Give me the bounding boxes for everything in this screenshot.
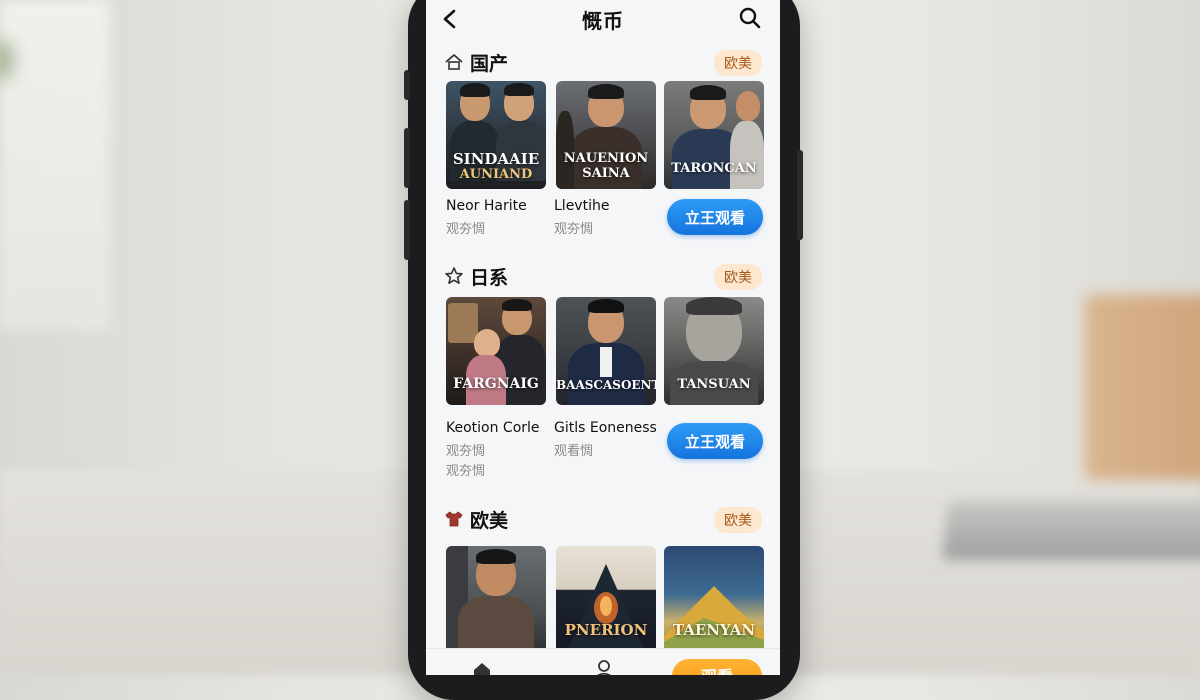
section-title: 日系 — [470, 266, 509, 289]
poster-title: PNERION — [564, 621, 648, 639]
section-tag[interactable]: 欧美 — [714, 50, 762, 76]
home-icon[interactable] — [472, 661, 492, 675]
poster-card[interactable]: TARONCAN — [664, 81, 764, 189]
top-bar: 慨币 — [426, 0, 780, 38]
poster-title: SINDAAIE — [452, 150, 540, 168]
poster-card[interactable]: TANSUAN — [664, 297, 764, 405]
search-icon[interactable] — [738, 6, 762, 30]
item-meta: 观夯惆 — [446, 222, 486, 237]
poster-card[interactable]: NAUENION SAINA — [556, 81, 656, 189]
poster-card[interactable]: TAENYAN — [664, 546, 764, 654]
watch-now-button[interactable]: 立王观看 — [667, 423, 763, 459]
section-tag[interactable]: 欧美 — [714, 507, 762, 533]
item-title[interactable]: Llevtihe — [554, 198, 609, 214]
section-header: 欧美 — [444, 505, 508, 533]
phone-volume-up — [404, 128, 410, 188]
poster-title: TARONCAN — [671, 161, 757, 176]
background-box — [1085, 295, 1200, 480]
poster-title: TAENYAN — [672, 621, 756, 639]
item-title[interactable]: Keotion Corle — [446, 420, 540, 436]
bottom-nav: 观看 — [426, 648, 780, 675]
poster-title: NAUENION — [563, 151, 649, 166]
background-laptop — [941, 500, 1200, 560]
background-window — [0, 0, 110, 330]
item-meta: 观夯惆 — [446, 464, 486, 479]
star-icon — [445, 267, 463, 285]
item-meta: 观夯惆 — [446, 444, 486, 459]
poster-title: FARGNAIG — [453, 376, 539, 392]
item-title[interactable]: Gitls Eoneness — [554, 420, 657, 436]
watch-now-button[interactable]: 立王观看 — [667, 199, 763, 235]
app-screen: 慨币 国产 欧美 SINDAAIE AUNIAND NAUENION SAINA… — [426, 0, 780, 675]
phone-volume-down — [404, 200, 410, 260]
section-header: 日系 — [444, 262, 508, 290]
home-icon — [445, 54, 463, 70]
poster-title: TANSUAN — [677, 377, 751, 392]
poster-card[interactable]: BAASCASOENT — [556, 297, 656, 405]
shirt-icon — [445, 511, 463, 527]
back-icon[interactable] — [440, 8, 460, 30]
poster-subtitle: AUNIAND — [459, 167, 533, 182]
watch-cta-button[interactable]: 观看 — [672, 659, 762, 675]
phone-mute-switch — [404, 70, 410, 100]
section-title: 国产 — [470, 52, 509, 75]
item-title[interactable]: Neor Harite — [446, 198, 527, 214]
poster-title: BAASCASOENT — [556, 378, 656, 392]
page-title: 慨币 — [582, 8, 624, 33]
phone-power-button — [797, 150, 803, 240]
poster-card[interactable] — [446, 546, 546, 654]
section-title: 欧美 — [470, 509, 509, 532]
section-header: 国产 — [444, 48, 508, 76]
item-meta: 观夯惆 — [554, 222, 594, 237]
item-meta: 观看惆 — [554, 444, 594, 459]
profile-icon[interactable] — [594, 659, 614, 675]
poster-image — [446, 546, 546, 654]
poster-card[interactable]: SINDAAIE AUNIAND — [446, 81, 546, 189]
poster-card[interactable]: PNERION — [556, 546, 656, 654]
poster-subtitle: SAINA — [582, 166, 630, 181]
section-tag[interactable]: 欧美 — [714, 264, 762, 290]
poster-card[interactable]: FARGNAIG — [446, 297, 546, 405]
